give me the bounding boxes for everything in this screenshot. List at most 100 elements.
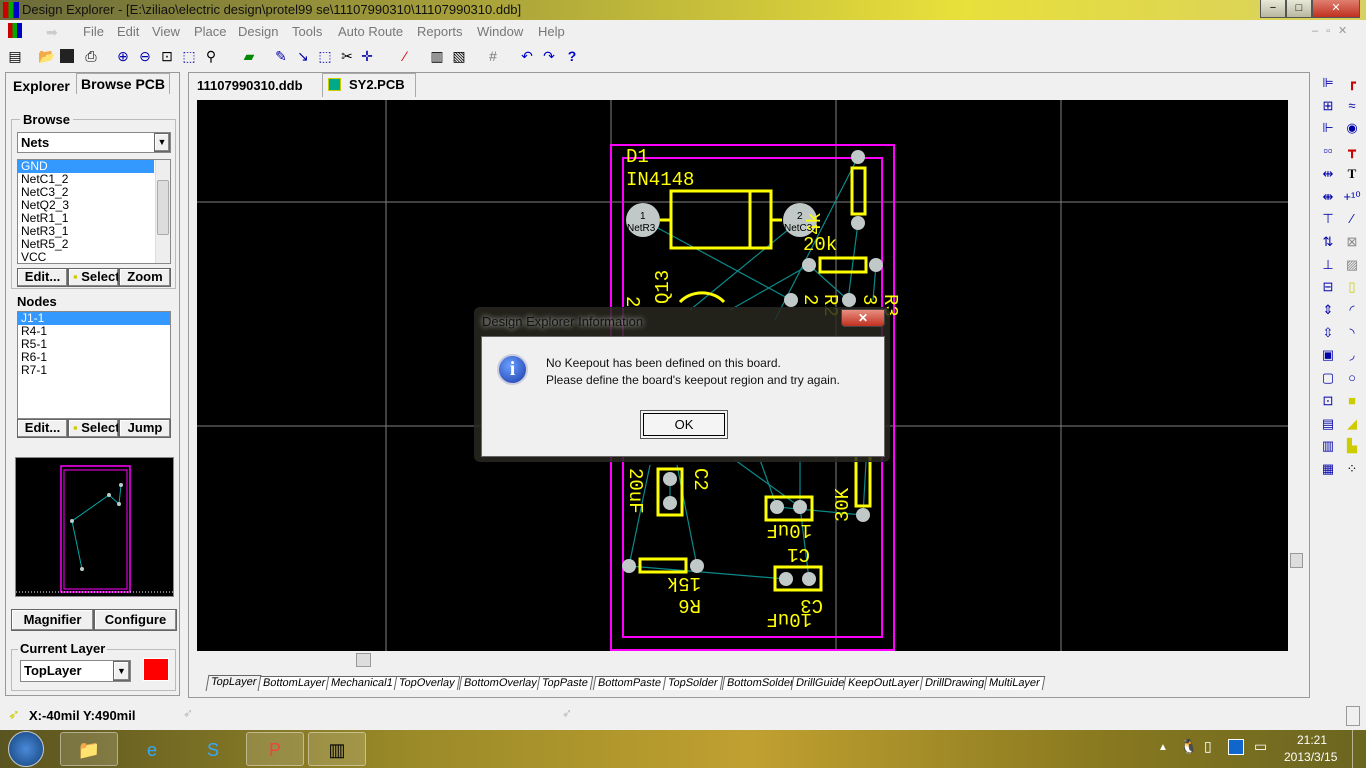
- menu-window[interactable]: Window: [477, 24, 523, 39]
- layer-tab-topsolder[interactable]: TopSolder: [662, 676, 723, 690]
- menu-edit[interactable]: Edit: [117, 24, 139, 39]
- tab-ddb[interactable]: 11107990310.ddb: [193, 76, 307, 95]
- scrollbar-thumb[interactable]: [157, 180, 169, 235]
- maximize-button[interactable]: □: [1286, 0, 1312, 18]
- menu-file[interactable]: File: [83, 24, 104, 39]
- save-icon[interactable]: [60, 49, 74, 63]
- current-layer-value: TopLayer: [24, 663, 82, 678]
- tab-sy2-pcb[interactable]: SY2.PCB: [322, 73, 416, 97]
- tab-browse-pcb[interactable]: Browse PCB: [76, 73, 171, 94]
- tab-explorer[interactable]: Explorer: [9, 76, 74, 96]
- dialog-close-button[interactable]: ✕: [841, 309, 885, 327]
- app-logo-icon: [3, 2, 19, 18]
- layer-tab-bottomoverlay[interactable]: BottomOverlay: [458, 676, 542, 690]
- layer-tab-bottompaste[interactable]: BottomPaste: [592, 676, 667, 690]
- current-layer-select[interactable]: TopLayer ▼: [20, 660, 131, 682]
- tray-expand-icon[interactable]: ▲: [1158, 742, 1168, 753]
- zoom-out-icon[interactable]: ⊖: [136, 47, 154, 65]
- library-icon[interactable]: ▥: [428, 47, 446, 65]
- network-icon[interactable]: ▭: [1254, 738, 1267, 755]
- menu-help[interactable]: Help: [538, 24, 565, 39]
- align-tools[interactable]: ⊫ ⊞ ⊩ ▫▫ ⇹ ⇼ ⊤ ⇅ ⊥ ⊟ ⇕ ⇳ ▣ ▢ ⊡ ▤ ▥ ▦: [1318, 72, 1338, 481]
- tree-icon[interactable]: ▤: [6, 47, 24, 65]
- layer-tab-mechanical1[interactable]: Mechanical1: [325, 676, 398, 690]
- move-icon[interactable]: ✛: [358, 47, 376, 65]
- chevron-down-icon[interactable]: ▼: [154, 133, 170, 152]
- nets-zoom-button[interactable]: Zoom: [119, 268, 171, 287]
- layer-tab-toppaste[interactable]: TopPaste: [536, 676, 594, 690]
- nodes-select-button[interactable]: ▪ Select: [68, 419, 119, 438]
- select-area-icon[interactable]: ⬚: [316, 47, 334, 65]
- qq-icon[interactable]: 🐧: [1180, 738, 1197, 755]
- wand-icon[interactable]: ⁄: [396, 47, 414, 65]
- nodes-edit-button[interactable]: Edit...: [17, 419, 68, 438]
- menu-place[interactable]: Place: [194, 24, 227, 39]
- grid-icon[interactable]: #: [484, 47, 502, 65]
- menu-reports[interactable]: Reports: [417, 24, 463, 39]
- open-icon[interactable]: 📂: [38, 47, 56, 65]
- close-button[interactable]: ✕: [1312, 0, 1360, 18]
- scrollbar-thumb[interactable]: [356, 653, 371, 667]
- dialog-body: i No Keepout has been defined on this bo…: [481, 336, 885, 457]
- ok-button[interactable]: OK: [640, 410, 728, 439]
- layer-tab-drillguide[interactable]: DrillGuide: [790, 676, 850, 690]
- minimize-button[interactable]: −: [1260, 0, 1286, 18]
- nets-list[interactable]: GND NetC1_2 NetC3_2 NetQ2_3 NetR1_1 NetR…: [17, 159, 171, 264]
- nodes-list[interactable]: J1-1 R4-1 R5-1 R6-1 R7-1: [17, 311, 171, 419]
- clock-time[interactable]: 21:21: [1297, 733, 1327, 747]
- taskbar-explorer[interactable]: 📁: [60, 732, 118, 766]
- taskbar-powerpoint[interactable]: P: [246, 732, 304, 766]
- print-icon[interactable]: ⎙: [82, 47, 100, 65]
- mdi-buttons[interactable]: –▫✕: [1312, 24, 1355, 37]
- layer-tab-bottomlayer[interactable]: BottomLayer: [257, 676, 331, 690]
- tray-app-icon[interactable]: [1228, 739, 1244, 755]
- show-desktop-button[interactable]: [1352, 730, 1366, 768]
- browse-library-icon[interactable]: ▧: [450, 47, 468, 65]
- zoom-in-icon[interactable]: ⊕: [114, 47, 132, 65]
- scrollbar-thumb[interactable]: [1290, 553, 1303, 568]
- back-arrow-icon[interactable]: ➡: [46, 24, 58, 41]
- nets-select-button[interactable]: ▪ Select: [68, 268, 119, 287]
- chevron-down-icon[interactable]: ▼: [113, 661, 130, 681]
- vertical-scrollbar[interactable]: [1288, 100, 1305, 651]
- zoom-fit-icon[interactable]: ⊡: [158, 47, 176, 65]
- layer-tab-multilayer[interactable]: MultiLayer: [983, 676, 1045, 690]
- menu-auto-route[interactable]: Auto Route: [338, 24, 403, 39]
- menu-design[interactable]: Design: [238, 24, 278, 39]
- layer-color-swatch[interactable]: [143, 658, 169, 681]
- magnifier-button[interactable]: Magnifier: [11, 609, 94, 631]
- deselect-icon[interactable]: ✂: [338, 47, 356, 65]
- wire-icon[interactable]: ↘: [294, 47, 312, 65]
- list-item[interactable]: R7-1: [18, 364, 170, 377]
- start-button[interactable]: [8, 731, 44, 767]
- route-icon[interactable]: ✎: [272, 47, 290, 65]
- place-tools[interactable]: ┏ ≈ ◉ ┳ T +¹⁰ ⁄ ⊠ ▨ ▯ ◜ ◝ ◞ ○ ■ ◢ ▙ ⁘: [1342, 72, 1362, 481]
- power-icon[interactable]: ▯: [1204, 738, 1212, 755]
- layer-tab-bottomsolder[interactable]: BottomSolder: [721, 676, 799, 690]
- layer-tab-toplayer[interactable]: TopLayer: [205, 675, 262, 691]
- help-icon[interactable]: ?: [563, 47, 581, 65]
- layer-tab-topoverlay[interactable]: TopOverlay: [393, 676, 460, 690]
- taskbar-protel[interactable]: ▥: [308, 732, 366, 766]
- clock-date[interactable]: 2013/3/15: [1284, 750, 1337, 764]
- layer-tab-keepoutlayer[interactable]: KeepOutLayer: [842, 676, 925, 690]
- browse-select[interactable]: Nets ▼: [17, 132, 171, 153]
- layer-tab-drilldrawing[interactable]: DrillDrawing: [919, 676, 990, 690]
- minimap[interactable]: [15, 457, 175, 597]
- nets-scrollbar[interactable]: [155, 160, 170, 263]
- menu-view[interactable]: View: [152, 24, 180, 39]
- board-icon[interactable]: ▰: [240, 47, 258, 65]
- nodes-jump-button[interactable]: Jump: [119, 419, 171, 438]
- undo-icon[interactable]: ↶: [518, 47, 536, 65]
- taskbar-internet-explorer[interactable]: e: [123, 732, 181, 766]
- nets-edit-button[interactable]: Edit...: [17, 268, 68, 287]
- taskbar-sogou[interactable]: S: [184, 732, 242, 766]
- redo-icon[interactable]: ↷: [540, 47, 558, 65]
- horizontal-scrollbar[interactable]: [197, 651, 1288, 669]
- list-item[interactable]: VCC: [18, 251, 170, 264]
- zoom-area-icon[interactable]: ⬚: [180, 47, 198, 65]
- zoom-select-icon[interactable]: ⚲: [202, 47, 220, 65]
- pad-2-net: NetC3: [784, 223, 813, 234]
- configure-button[interactable]: Configure: [94, 609, 177, 631]
- menu-tools[interactable]: Tools: [292, 24, 322, 39]
